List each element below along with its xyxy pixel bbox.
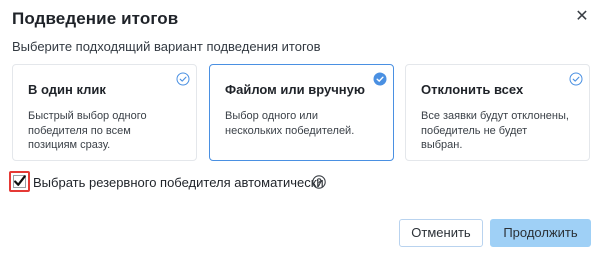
close-icon[interactable]: ✕ <box>574 9 590 25</box>
option-card-one-click[interactable]: В один клик Быстрый выбор одного победит… <box>12 64 197 161</box>
check-circle-outline-icon <box>176 72 190 86</box>
option-description: Все заявки будут отклонены, победитель н… <box>421 110 569 151</box>
continue-button[interactable]: Продолжить <box>490 219 591 247</box>
option-title: Файлом или вручную <box>225 82 365 97</box>
check-circle-filled-icon <box>373 72 387 86</box>
reserve-winner-checkbox[interactable] <box>9 171 30 192</box>
option-title: В один клик <box>28 82 106 97</box>
summary-dialog: Подведение итогов ✕ Выберите подходящий … <box>0 0 600 253</box>
question-circle-icon[interactable] <box>312 175 326 189</box>
option-card-file-or-manual[interactable]: Файлом или вручную Выбор одного или неск… <box>209 64 394 161</box>
check-circle-outline-icon <box>569 72 583 86</box>
option-title: Отклонить всех <box>421 82 524 97</box>
cancel-button[interactable]: Отменить <box>399 219 483 247</box>
option-description: Выбор одного или нескольких победителей. <box>225 110 355 137</box>
option-description: Быстрый выбор одного победителя по всем … <box>28 110 147 151</box>
option-card-reject-all[interactable]: Отклонить всех Все заявки будут отклонен… <box>405 64 590 161</box>
reserve-winner-label[interactable]: Выбрать резервного победителя автоматиче… <box>33 175 324 190</box>
dialog-subtitle: Выберите подходящий вариант подведения и… <box>12 39 321 54</box>
dialog-title: Подведение итогов <box>12 9 179 28</box>
checkmark-icon <box>13 175 26 188</box>
